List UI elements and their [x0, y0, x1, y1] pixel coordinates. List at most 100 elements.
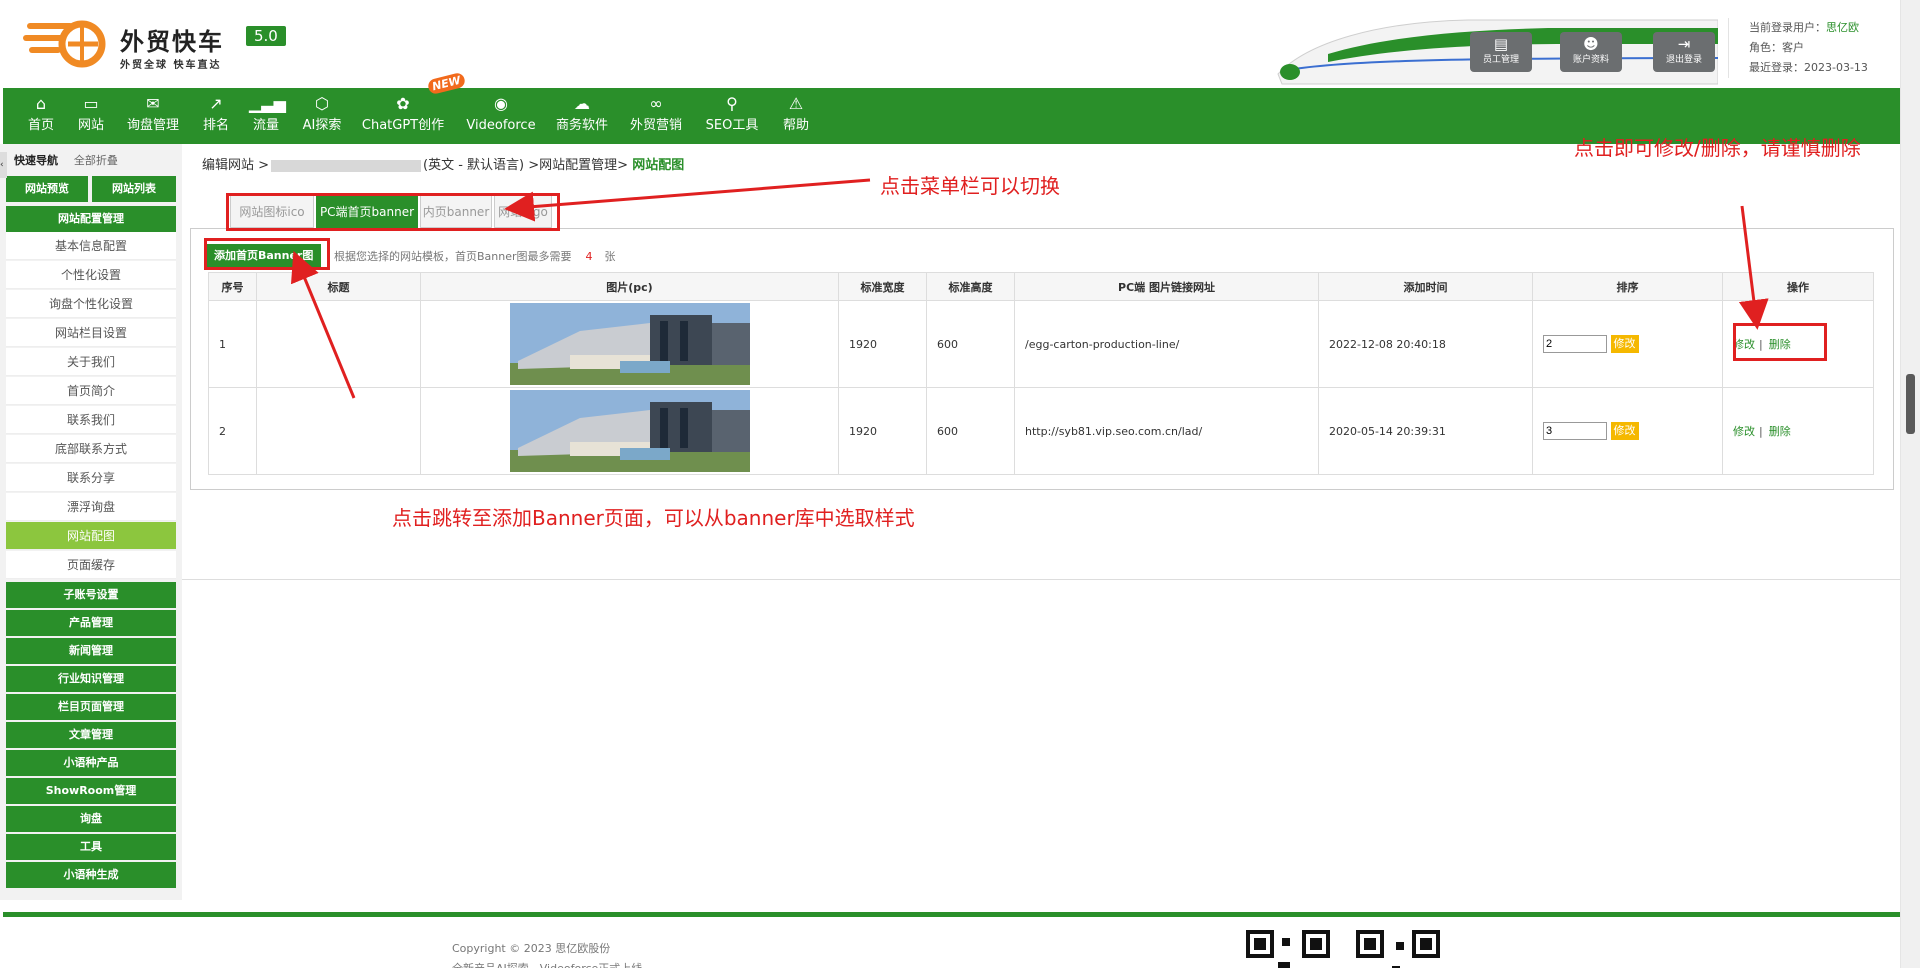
edit-link[interactable]: 修改: [1733, 425, 1755, 438]
cell-std-width: 1920: [838, 300, 927, 388]
sidebar-section-site-config[interactable]: 网站配置管理: [6, 206, 176, 232]
last-login-label: 最近登录：: [1749, 61, 1804, 74]
delete-link[interactable]: 删除: [1769, 425, 1791, 438]
qr-code-icon: [1246, 930, 1330, 968]
nav-item-business-software[interactable]: ☁ 商务软件: [553, 88, 611, 144]
sidebar-item-contact-us[interactable]: 联系我们: [6, 406, 176, 434]
home-icon: ⌂: [35, 94, 47, 113]
account-profile-button[interactable]: ☻ 账户资料: [1560, 32, 1622, 72]
sidebar-item-about-us[interactable]: 关于我们: [6, 348, 176, 376]
cell-std-height: 600: [926, 300, 1015, 388]
sidebar-group-tools[interactable]: 工具: [6, 834, 176, 860]
annotation-actions-box: [1733, 323, 1827, 361]
sidebar-item-inquiry-personalization[interactable]: 询盘个性化设置: [6, 290, 176, 318]
sidebar-group-showroom[interactable]: ShowRoom管理: [6, 778, 176, 804]
current-user-name[interactable]: 思亿欧: [1826, 21, 1859, 34]
sidebar-group-news[interactable]: 新闻管理: [6, 638, 176, 664]
sidebar-group-minor-language-generation[interactable]: 小语种生成: [6, 862, 176, 888]
qr-code-icon: [1356, 930, 1440, 968]
note-text: 根据您选择的网站模板，首页Banner图最多需要: [334, 250, 572, 263]
sidebar-group-column-pages[interactable]: 栏目页面管理: [6, 694, 176, 720]
account-profile-label: 账户资料: [1572, 55, 1609, 65]
sidebar-group-inquiry[interactable]: 询盘: [6, 806, 176, 832]
cell-title: [256, 300, 421, 388]
mail-icon: ✉: [146, 94, 160, 113]
col-std-height: 标准高度: [926, 272, 1015, 301]
user-icon: ☻: [1583, 35, 1599, 53]
role-label: 角色：: [1749, 41, 1782, 54]
scrollbar-thumb[interactable]: [1906, 374, 1915, 434]
sidebar-collapse-handle[interactable]: ‹: [0, 152, 7, 178]
nav-item-home[interactable]: ⌂ 首页: [21, 88, 61, 144]
cell-link: http://syb81.vip.seo.com.cn/lad/: [1014, 387, 1319, 475]
sidebar-item-column-settings[interactable]: 网站栏目设置: [6, 319, 176, 347]
page-scrollbar[interactable]: [1900, 0, 1920, 968]
nav-label: 流量: [252, 118, 279, 133]
nav-item-help[interactable]: ⚠ 帮助: [779, 88, 813, 144]
site-list-button[interactable]: 网站列表: [92, 176, 176, 202]
nav-item-inquiry[interactable]: ✉ 询盘管理: [123, 88, 183, 144]
nav-item-videoforce[interactable]: ◉ Videoforce: [465, 88, 537, 144]
nav-item-marketing[interactable]: ∞ 外贸营销: [627, 88, 685, 144]
sidebar-item-page-cache[interactable]: 页面缓存: [6, 551, 176, 579]
user-info: 当前登录用户：思亿欧 角色：客户 最近登录：2023-03-13: [1728, 18, 1898, 78]
footer-bar: [3, 912, 1900, 917]
breadcrumb-prefix[interactable]: 编辑网站 >: [202, 158, 269, 173]
nav-label: SEO工具: [705, 118, 759, 133]
logout-button[interactable]: ⇥ 退出登录: [1653, 32, 1715, 72]
cell-std-height: 600: [926, 387, 1015, 475]
role-row: 角色：客户: [1749, 38, 1898, 58]
last-login-value: 2023-03-13: [1804, 61, 1868, 74]
banner-thumbnail[interactable]: [509, 303, 750, 385]
breadcrumb-middle[interactable]: (英文 - 默认语言) >网站配置管理>: [423, 158, 628, 173]
sidebar-item-footer-contact[interactable]: 底部联系方式: [6, 435, 176, 463]
note-unit: 张: [604, 250, 616, 263]
nav-item-website[interactable]: ▭ 网站: [71, 88, 111, 144]
sidebar-top: 快速导航 全部折叠: [14, 152, 174, 172]
sidebar-item-basic-info[interactable]: 基本信息配置: [6, 232, 176, 260]
banner-thumbnail[interactable]: [509, 390, 750, 472]
col-image: 图片(pc): [420, 272, 839, 301]
sidebar-group-minor-language-products[interactable]: 小语种产品: [6, 750, 176, 776]
staff-management-label: 员工管理: [1482, 55, 1519, 65]
ranking-icon: ↗: [209, 94, 223, 113]
sidebar-item-home-intro[interactable]: 首页简介: [6, 377, 176, 405]
sort-input[interactable]: [1543, 335, 1607, 353]
staff-management-button[interactable]: ▤ 员工管理: [1470, 32, 1532, 72]
nav-item-traffic[interactable]: ▁▃▅ 流量: [249, 88, 286, 144]
table-row: 1 1920 600 /egg-carton-production-line/ …: [208, 300, 1874, 388]
nav-label: 网站: [77, 118, 104, 133]
sidebar-item-site-images[interactable]: 网站配图: [6, 522, 176, 550]
logout-icon: ⇥: [1677, 35, 1691, 53]
sidebar-group-products[interactable]: 产品管理: [6, 610, 176, 636]
copyright: Copyright © 2023 思亿欧股份: [452, 942, 611, 955]
footer-announcement: 全新产品AI探索、Videoforce正式上线: [452, 960, 642, 968]
annotation-switch-tip: 点击菜单栏可以切换: [880, 174, 1060, 198]
sidebar-group-sub-accounts[interactable]: 子账号设置: [6, 582, 176, 608]
fold-all-link[interactable]: 全部折叠: [74, 154, 118, 167]
nav-item-ranking[interactable]: ↗ 排名: [199, 88, 233, 144]
sort-input[interactable]: [1543, 422, 1607, 440]
site-preview-button[interactable]: 网站预览: [6, 176, 88, 202]
logo[interactable]: 外贸快车 5.0 外贸全球 快车直达: [22, 16, 322, 72]
sidebar-group-industry-knowledge[interactable]: 行业知识管理: [6, 666, 176, 692]
sidebar-item-contact-share[interactable]: 联系分享: [6, 464, 176, 492]
sort-save-button[interactable]: 修改: [1610, 335, 1639, 353]
nav-label: 商务软件: [555, 118, 608, 133]
col-sort: 排序: [1532, 272, 1723, 301]
nav-label: 外贸营销: [629, 118, 682, 133]
role-value: 客户: [1782, 41, 1804, 54]
logo-version-badge: 5.0: [246, 26, 286, 46]
annotation-edit-tip: 点击即可修改/删除，请谨慎删除: [1574, 136, 1861, 160]
sidebar-item-floating-inquiry[interactable]: 漂浮询盘: [6, 493, 176, 521]
cell-image: [420, 300, 839, 388]
breadcrumb: 编辑网站 > (英文 - 默认语言) >网站配置管理> 网站配图: [202, 154, 684, 173]
sort-save-button[interactable]: 修改: [1610, 422, 1639, 440]
nav-label: AI探索: [302, 118, 342, 133]
cell-added-time: 2022-12-08 20:40:18: [1318, 300, 1533, 388]
nav-item-seo-tools[interactable]: ⚲ SEO工具: [703, 88, 761, 144]
sidebar-group-articles[interactable]: 文章管理: [6, 722, 176, 748]
sidebar-item-personalization[interactable]: 个性化设置: [6, 261, 176, 289]
nav-item-chatgpt[interactable]: ✿ ChatGPT创作: [361, 88, 445, 144]
nav-item-ai[interactable]: ⬡ AI探索: [299, 88, 345, 144]
